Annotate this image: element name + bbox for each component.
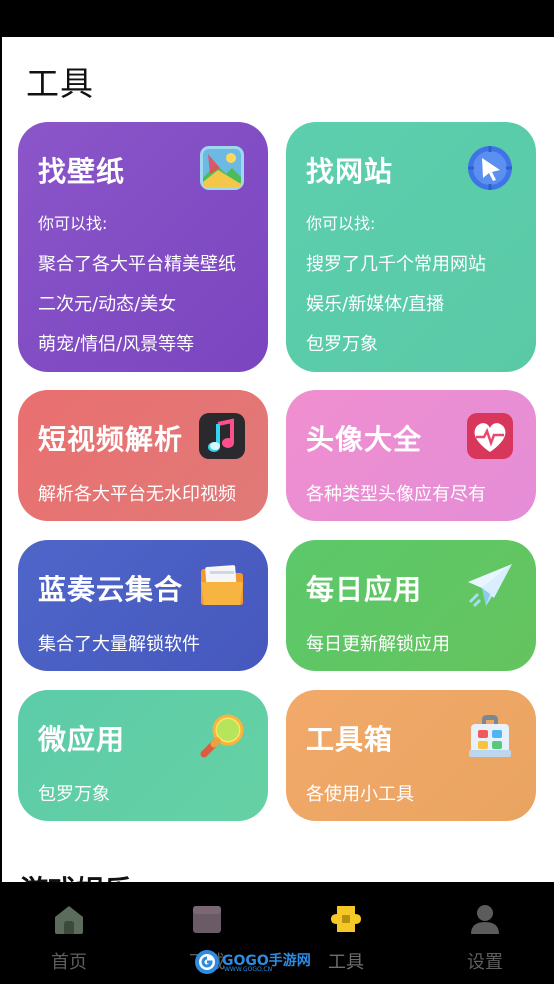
card-micro-apps[interactable]: 微应用 包罗万象: [18, 690, 268, 821]
card-title: 蓝奏云集合: [38, 573, 184, 606]
card-daily-apps[interactable]: 每日应用 每日更新解锁应用: [286, 540, 536, 671]
nav-label: 设置: [467, 952, 503, 973]
card-line: 娱乐/新媒体/直播: [306, 294, 445, 315]
card-line: 你可以找:: [38, 214, 108, 233]
compass-cursor-icon: [468, 146, 512, 190]
nav-home[interactable]: 首页: [29, 902, 109, 973]
download-box-icon: [193, 906, 221, 933]
music-note-icon: [199, 413, 245, 459]
card-toolbox[interactable]: 工具箱 各使用小工具: [286, 690, 536, 821]
tools-screen: 工具 找壁纸 你可以找: 聚合了各大平台精美壁纸 二次元/动态/美女 萌宠/情侣…: [2, 37, 554, 882]
tools-grid: 找壁纸 你可以找: 聚合了各大平台精美壁纸 二次元/动态/美女 萌宠/情侣/风景…: [18, 122, 540, 822]
card-line: 二次元/动态/美女: [38, 294, 177, 315]
card-line: 各种类型头像应有尽有: [306, 484, 486, 505]
card-line: 聚合了各大平台精美壁纸: [38, 254, 236, 275]
card-avatars[interactable]: 头像大全 各种类型头像应有尽有: [286, 390, 536, 521]
card-wallpaper[interactable]: 找壁纸 你可以找: 聚合了各大平台精美壁纸 二次元/动态/美女 萌宠/情侣/风景…: [18, 122, 268, 372]
card-line: 萌宠/情侣/风景等等: [38, 334, 195, 355]
folder-icon: [201, 565, 243, 605]
card-title: 短视频解析: [38, 423, 184, 456]
card-line: 搜罗了几千个常用网站: [306, 254, 486, 275]
card-title: 工具箱: [306, 723, 394, 756]
card-line: 包罗万象: [306, 334, 378, 355]
magnifier-icon: [200, 714, 244, 758]
card-line: 各使用小工具: [306, 784, 414, 805]
card-title: 找壁纸: [38, 155, 126, 188]
card-line: 解析各大平台无水印视频: [38, 484, 236, 505]
card-title: 头像大全: [306, 423, 423, 456]
nav-label: 工具: [328, 952, 364, 973]
card-title: 找网站: [306, 155, 394, 188]
card-video-parse[interactable]: 短视频解析 解析各大平台无水印视频: [18, 390, 268, 521]
home-icon: [55, 906, 83, 934]
card-websites[interactable]: 找网站 你可以找: 搜罗了几千个常用网站 娱乐/新媒体/直播 包罗万象: [286, 122, 536, 372]
nav-settings[interactable]: 设置: [445, 902, 525, 973]
wallpaper-image-icon: [200, 146, 244, 190]
paper-plane-icon: [468, 564, 512, 608]
user-settings-icon: [471, 905, 499, 934]
card-title: 每日应用: [306, 573, 423, 606]
nav-tools[interactable]: 工具: [306, 902, 386, 973]
card-line: 每日更新解锁应用: [306, 634, 450, 655]
card-title: 微应用: [38, 723, 126, 756]
card-line: 包罗万象: [38, 784, 110, 805]
card-line: 集合了大量解锁软件: [38, 634, 200, 655]
toolbox-icon: [469, 715, 511, 757]
heart-pulse-icon: [467, 413, 513, 459]
status-bar: [0, 0, 554, 37]
watermark-sub: WWW.GOGO.CN: [224, 966, 273, 973]
section-title-games: 游戏娱乐: [20, 869, 132, 882]
card-lanzou[interactable]: 蓝奏云集合 集合了大量解锁软件: [18, 540, 268, 671]
nav-label: 首页: [51, 952, 87, 973]
tools-icon: [331, 906, 361, 932]
page-title: 工具: [26, 64, 94, 103]
watermark-g-icon: [195, 950, 219, 974]
watermark-logo: GOGO手游网 WWW.GOGO.CN: [194, 948, 311, 976]
card-line: 你可以找:: [306, 214, 376, 233]
